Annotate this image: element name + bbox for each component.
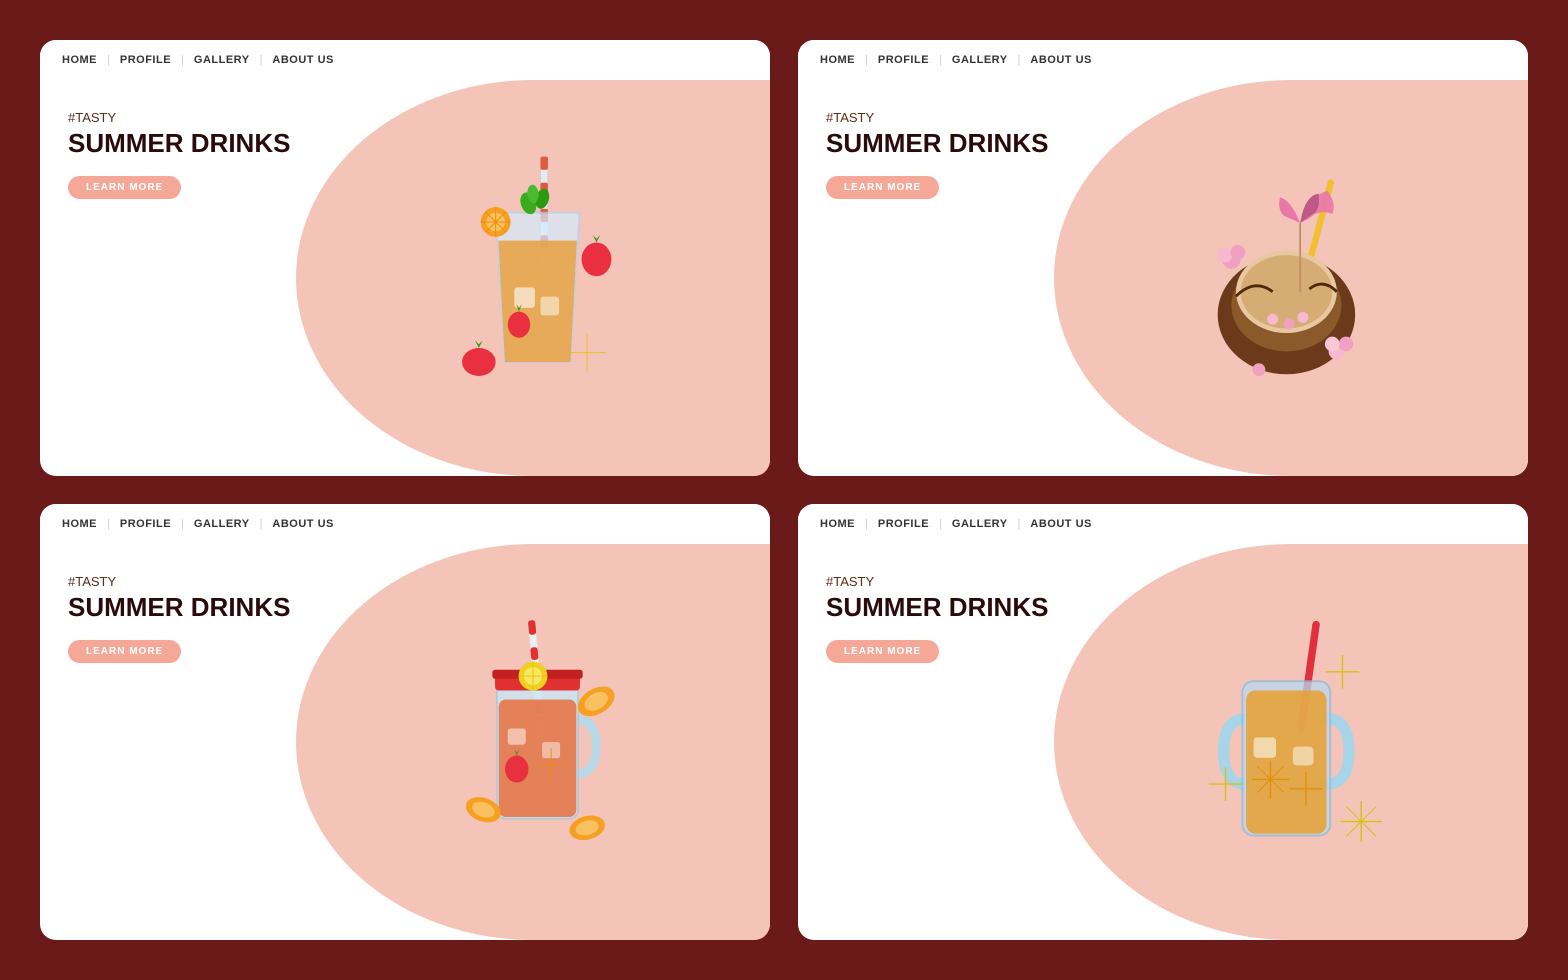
nav-gallery-1[interactable]: GALLERY — [194, 54, 250, 66]
nav-profile-1[interactable]: PROFILE — [120, 54, 171, 66]
nav-profile-4[interactable]: PROFILE — [878, 518, 929, 530]
nav-about-4[interactable]: ABOUT US — [1030, 518, 1091, 530]
nav-home-1[interactable]: HOME — [62, 54, 97, 66]
nav-gallery-3[interactable]: GALLERY — [194, 518, 250, 530]
nav-3: HOME | PROFILE | GALLERY | ABOUT US — [40, 504, 770, 544]
card-3: HOME | PROFILE | GALLERY | ABOUT US #TAS… — [40, 504, 770, 940]
card-body-3: #TASTY SUMMER DRINKS LEARN MORE — [40, 544, 770, 940]
hashtag-3: #TASTY — [68, 574, 290, 589]
card-2: HOME | PROFILE | GALLERY | ABOUT US #TAS… — [798, 40, 1528, 476]
nav-about-1[interactable]: ABOUT US — [272, 54, 333, 66]
drink-1 — [296, 80, 771, 476]
title-3: SUMMER DRINKS — [68, 593, 290, 622]
drink-4 — [1054, 544, 1529, 940]
nav-profile-3[interactable]: PROFILE — [120, 518, 171, 530]
learn-btn-2[interactable]: LEARN MORE — [826, 176, 939, 199]
text-area-4: #TASTY SUMMER DRINKS LEARN MORE — [826, 574, 1048, 663]
nav-about-2[interactable]: ABOUT US — [1030, 54, 1091, 66]
text-area-2: #TASTY SUMMER DRINKS LEARN MORE — [826, 110, 1048, 199]
hashtag-4: #TASTY — [826, 574, 1048, 589]
hashtag-2: #TASTY — [826, 110, 1048, 125]
nav-home-3[interactable]: HOME — [62, 518, 97, 530]
nav-home-4[interactable]: HOME — [820, 518, 855, 530]
card-body-2: #TASTY SUMMER DRINKS LEARN MORE — [798, 80, 1528, 476]
hashtag-1: #TASTY — [68, 110, 290, 125]
nav-gallery-4[interactable]: GALLERY — [952, 518, 1008, 530]
nav-gallery-2[interactable]: GALLERY — [952, 54, 1008, 66]
learn-btn-1[interactable]: LEARN MORE — [68, 176, 181, 199]
nav-1: HOME | PROFILE | GALLERY | ABOUT US — [40, 40, 770, 80]
nav-home-2[interactable]: HOME — [820, 54, 855, 66]
drink-3 — [296, 544, 771, 940]
drink-2 — [1054, 80, 1529, 476]
title-2: SUMMER DRINKS — [826, 129, 1048, 158]
card-body-1: #TASTY SUMMER DRINKS LEARN MORE — [40, 80, 770, 476]
title-1: SUMMER DRINKS — [68, 129, 290, 158]
main-grid: HOME | PROFILE | GALLERY | ABOUT US #TAS… — [0, 0, 1568, 980]
card-body-4: #TASTY SUMMER DRINKS LEARN MORE — [798, 544, 1528, 940]
nav-2: HOME | PROFILE | GALLERY | ABOUT US — [798, 40, 1528, 80]
learn-btn-4[interactable]: LEARN MORE — [826, 640, 939, 663]
nav-4: HOME | PROFILE | GALLERY | ABOUT US — [798, 504, 1528, 544]
card-1: HOME | PROFILE | GALLERY | ABOUT US #TAS… — [40, 40, 770, 476]
text-area-3: #TASTY SUMMER DRINKS LEARN MORE — [68, 574, 290, 663]
text-area-1: #TASTY SUMMER DRINKS LEARN MORE — [68, 110, 290, 199]
nav-profile-2[interactable]: PROFILE — [878, 54, 929, 66]
title-4: SUMMER DRINKS — [826, 593, 1048, 622]
nav-about-3[interactable]: ABOUT US — [272, 518, 333, 530]
learn-btn-3[interactable]: LEARN MORE — [68, 640, 181, 663]
card-4: HOME | PROFILE | GALLERY | ABOUT US #TAS… — [798, 504, 1528, 940]
